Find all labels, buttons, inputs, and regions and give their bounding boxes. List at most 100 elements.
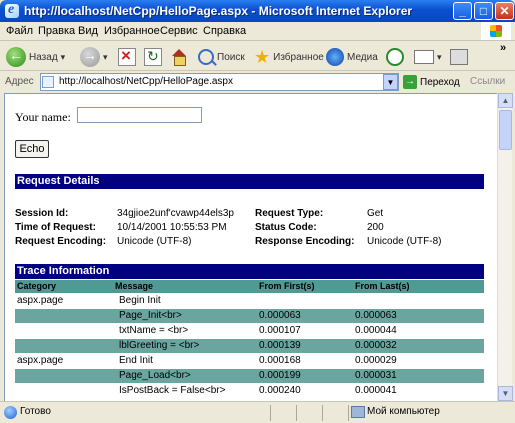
favorites-label: Избранное	[273, 51, 324, 63]
request-type-value: Get	[367, 208, 384, 219]
menu-favorites[interactable]: Избранное	[104, 25, 160, 37]
page-content: Your name: Echo Request Details Session …	[4, 93, 497, 401]
security-zone-label: Мой компьютер	[367, 406, 440, 417]
favorites-button[interactable]: ★ Избранное	[254, 46, 324, 68]
table-row: IsPostBack = False<br> 0.000240 0.000041	[15, 384, 484, 398]
scroll-up-button[interactable]: ▲	[498, 93, 513, 108]
response-encoding-value: Unicode (UTF-8)	[367, 236, 442, 247]
stop-icon	[118, 46, 136, 66]
go-arrow-icon: →	[403, 75, 417, 89]
session-id-value: 34gjioe2unf'cvawp44els3p	[117, 208, 234, 219]
echo-button[interactable]: Echo	[15, 140, 49, 158]
response-encoding-label: Response Encoding:	[255, 236, 355, 247]
chevron-down-icon: ▾	[437, 51, 442, 62]
trace-from-first: 0.000107	[259, 325, 301, 336]
status-code-label: Status Code:	[255, 222, 317, 233]
menu-file[interactable]: Файл	[6, 25, 33, 37]
history-icon	[386, 48, 404, 66]
search-button[interactable]: Поиск	[198, 46, 245, 68]
close-button[interactable]: ✕	[495, 2, 514, 20]
address-dropdown-button[interactable]: ▼	[383, 74, 398, 90]
column-header-from-first: From First(s)	[259, 281, 315, 291]
request-type-label: Request Type:	[255, 208, 324, 219]
trace-message: End Init	[119, 355, 153, 366]
trace-message: Page_Load<br>	[119, 370, 191, 381]
ie-page-icon	[4, 406, 17, 419]
back-arrow-icon	[6, 47, 26, 67]
title-bar: http://localhost/NetCpp/HelloPage.aspx -…	[0, 0, 515, 22]
menu-bar: Файл Правка Вид Избранное Сервис Справка	[0, 22, 515, 41]
minimize-button[interactable]: _	[453, 2, 472, 20]
print-button[interactable]	[450, 46, 468, 68]
go-button[interactable]: → Переход	[403, 74, 460, 90]
menu-tools[interactable]: Сервис	[160, 25, 198, 37]
links-button[interactable]: Ссылки	[470, 76, 505, 87]
menu-help[interactable]: Справка	[203, 25, 246, 37]
trace-message: lblGreeting = <br>	[119, 340, 200, 351]
refresh-icon	[144, 48, 162, 66]
trace-category: aspx.page	[17, 295, 64, 306]
chevron-down-icon: ▾	[103, 51, 108, 62]
back-button[interactable]: Назад ▾	[6, 46, 65, 68]
maximize-button[interactable]: □	[474, 2, 493, 20]
go-label: Переход	[420, 76, 460, 88]
toolbar: Назад ▾ ▾ Поиск ★ Избранное Медиа ▾ »	[0, 42, 515, 71]
column-header-category: Category	[17, 281, 57, 291]
toolbar-overflow-button[interactable]: »	[500, 42, 506, 54]
request-encoding-label: Request Encoding:	[15, 236, 107, 247]
search-label: Поиск	[217, 51, 245, 63]
trace-from-last: 0.000044	[355, 325, 397, 336]
history-button[interactable]	[386, 46, 404, 68]
window-title: http://localhost/NetCpp/HelloPage.aspx -…	[24, 4, 413, 18]
status-divider	[270, 405, 271, 421]
name-input[interactable]	[77, 107, 202, 123]
trace-from-first: 0.000168	[259, 355, 301, 366]
time-label: Time of Request:	[15, 222, 96, 233]
search-icon	[198, 49, 214, 65]
table-row: aspx.page Begin Init	[15, 294, 484, 308]
status-divider	[322, 405, 323, 421]
request-details-header: Request Details	[15, 174, 484, 189]
home-button[interactable]	[170, 46, 188, 68]
mail-button[interactable]: ▾	[414, 46, 442, 68]
trace-message: Page_Init<br>	[119, 310, 182, 321]
page-icon	[42, 76, 54, 88]
table-row: lblGreeting = <br> 0.000139 0.000032	[15, 339, 484, 353]
menu-edit[interactable]: Правка	[38, 25, 75, 37]
scroll-thumb[interactable]	[499, 110, 512, 150]
status-bar: Готово Мой компьютер	[0, 401, 515, 423]
trace-table-header: Category Message From First(s) From Last…	[15, 280, 484, 293]
column-header-message: Message	[115, 281, 154, 291]
forward-arrow-icon	[80, 47, 100, 67]
trace-from-last: 0.000041	[355, 385, 397, 396]
star-icon: ★	[254, 47, 271, 67]
windows-logo-icon	[481, 22, 511, 40]
trace-category: aspx.page	[17, 355, 64, 366]
status-code-value: 200	[367, 222, 384, 233]
column-header-from-last: From Last(s)	[355, 281, 410, 291]
address-input[interactable]: http://localhost/NetCpp/HelloPage.aspx	[40, 73, 399, 91]
status-divider	[348, 405, 349, 421]
print-icon	[450, 49, 468, 65]
table-row: Page_Load<br> 0.000199 0.000031	[15, 369, 484, 383]
status-divider	[296, 405, 297, 421]
trace-from-first: 0.000240	[259, 385, 301, 396]
stop-button[interactable]	[118, 46, 136, 68]
table-row: txtName = <br> 0.000107 0.000044	[15, 324, 484, 338]
trace-information-header: Trace Information	[15, 264, 484, 279]
media-button[interactable]: Медиа	[326, 46, 378, 68]
chevron-down-icon: ▾	[60, 51, 66, 62]
table-row: aspx.page End Init 0.000168 0.000029	[15, 354, 484, 368]
trace-from-last: 0.000063	[355, 310, 397, 321]
forward-button[interactable]: ▾	[80, 46, 108, 68]
trace-from-last: 0.000029	[355, 355, 397, 366]
menu-view[interactable]: Вид	[78, 25, 98, 37]
scroll-down-button[interactable]: ▼	[498, 386, 513, 401]
session-id-label: Session Id:	[15, 208, 69, 219]
home-icon	[170, 48, 188, 66]
media-label: Медиа	[347, 51, 378, 63]
refresh-button[interactable]	[144, 46, 162, 68]
computer-icon	[351, 406, 365, 418]
trace-message: Begin Init	[119, 295, 161, 306]
vertical-scrollbar[interactable]: ▲ ▼	[497, 93, 513, 401]
